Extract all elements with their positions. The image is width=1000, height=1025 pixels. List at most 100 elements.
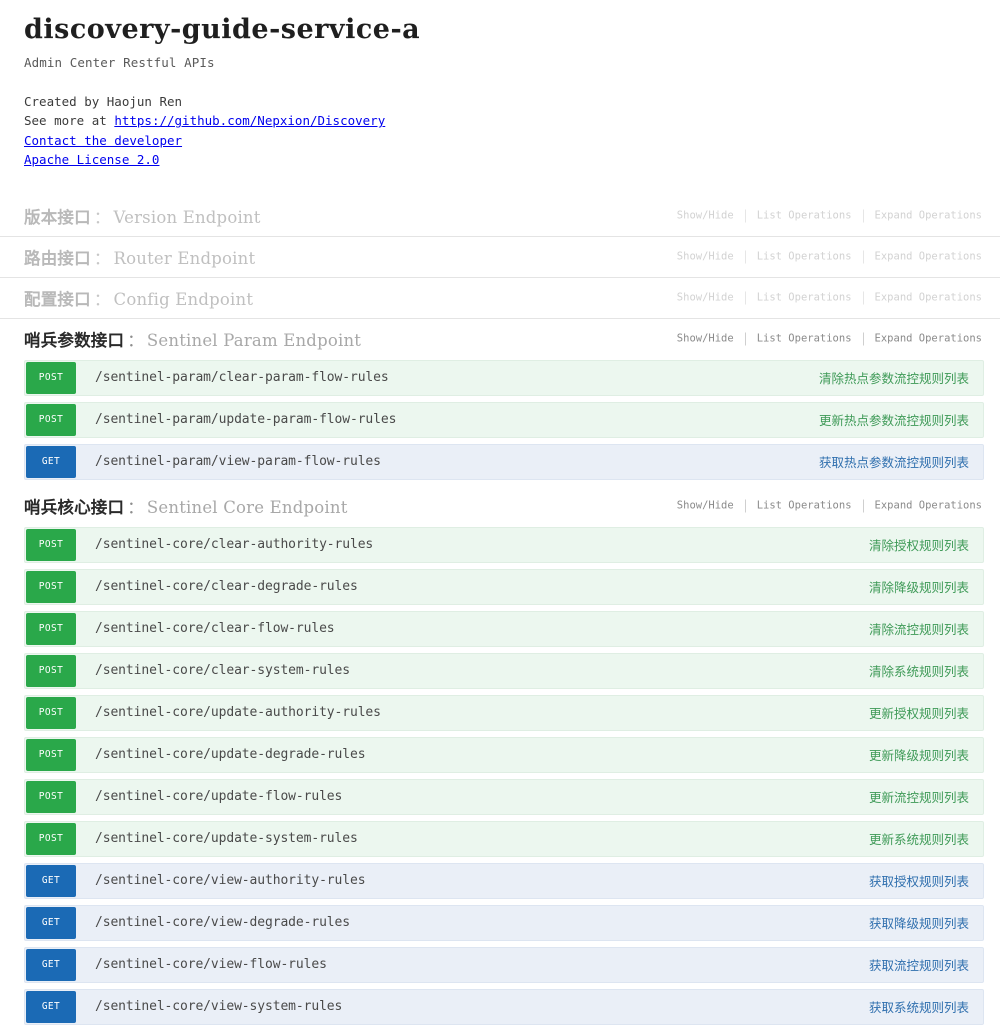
resource-options: Show/HideList OperationsExpand Operation… xyxy=(666,250,984,263)
resource-title-en: Config Endpoint xyxy=(114,290,254,309)
operation-row[interactable]: POST/sentinel-core/clear-flow-rules清除流控规… xyxy=(24,611,984,647)
list-operations-link[interactable]: List Operations xyxy=(746,333,864,346)
resource-section: 版本接口：Version Endpoint Show/HideList Opera… xyxy=(0,196,1000,237)
expand-operations-link[interactable]: Expand Operations xyxy=(864,333,984,346)
operation-row[interactable]: POST/sentinel-param/update-param-flow-ru… xyxy=(24,402,984,438)
operation-row[interactable]: POST/sentinel-core/clear-authority-rules… xyxy=(24,527,984,563)
operation-row[interactable]: GET/sentinel-core/view-system-rules获取系统规… xyxy=(24,989,984,1025)
expand-operations-link[interactable]: Expand Operations xyxy=(864,250,984,263)
resource-title[interactable]: 哨兵核心接口：Sentinel Core Endpoint xyxy=(24,494,348,518)
operation-description: 更新授权规则列表 xyxy=(869,696,983,730)
operation-description: 清除流控规则列表 xyxy=(869,612,983,646)
resource-title-separator: ： xyxy=(91,208,114,227)
see-more-line: See more at https://github.com/Nepxion/D… xyxy=(24,111,1000,130)
operation-path[interactable]: /sentinel-param/clear-param-flow-rules xyxy=(77,361,819,395)
resource-header[interactable]: 哨兵参数接口：Sentinel Param Endpoint Show/HideL… xyxy=(0,319,1000,360)
resource-section: 配置接口：Config Endpoint Show/HideList Operat… xyxy=(0,278,1000,319)
operation-row[interactable]: POST/sentinel-core/update-degrade-rules更… xyxy=(24,737,984,773)
resource-title-en: Version Endpoint xyxy=(114,208,261,227)
operation-description: 更新流控规则列表 xyxy=(869,780,983,814)
http-method-badge: POST xyxy=(26,613,76,645)
operation-row[interactable]: GET/sentinel-param/view-param-flow-rules… xyxy=(24,444,984,480)
operation-description: 清除授权规则列表 xyxy=(869,528,983,562)
resource-section: 哨兵参数接口：Sentinel Param Endpoint Show/HideL… xyxy=(0,319,1000,480)
show-hide-link[interactable]: Show/Hide xyxy=(666,250,746,263)
resource-title-separator: ： xyxy=(91,290,114,309)
operation-row[interactable]: POST/sentinel-core/update-flow-rules更新流控… xyxy=(24,779,984,815)
operation-path[interactable]: /sentinel-core/view-system-rules xyxy=(77,990,869,1024)
show-hide-link[interactable]: Show/Hide xyxy=(666,500,746,513)
http-method-badge: POST xyxy=(26,529,76,561)
operation-description: 更新热点参数流控规则列表 xyxy=(819,403,983,437)
resource-header[interactable]: 路由接口：Router Endpoint Show/HideList Operat… xyxy=(0,237,1000,278)
operation-path[interactable]: /sentinel-param/update-param-flow-rules xyxy=(77,403,819,437)
operation-path[interactable]: /sentinel-core/clear-system-rules xyxy=(77,654,869,688)
resource-options: Show/HideList OperationsExpand Operation… xyxy=(666,209,984,222)
expand-operations-link[interactable]: Expand Operations xyxy=(864,209,984,222)
list-operations-link[interactable]: List Operations xyxy=(746,291,864,304)
operation-path[interactable]: /sentinel-core/clear-degrade-rules xyxy=(77,570,869,604)
operation-row[interactable]: POST/sentinel-param/clear-param-flow-rul… xyxy=(24,360,984,396)
resource-title-separator: ： xyxy=(91,249,114,268)
resource-title[interactable]: 路由接口：Router Endpoint xyxy=(24,245,255,269)
operation-path[interactable]: /sentinel-core/clear-flow-rules xyxy=(77,612,869,646)
operation-path[interactable]: /sentinel-param/view-param-flow-rules xyxy=(77,445,819,479)
list-operations-link[interactable]: List Operations xyxy=(746,500,864,513)
resource-header[interactable]: 版本接口：Version Endpoint Show/HideList Opera… xyxy=(0,196,1000,237)
contact-developer-link[interactable]: Contact the developer xyxy=(24,133,182,148)
show-hide-link[interactable]: Show/Hide xyxy=(666,333,746,346)
operation-row[interactable]: GET/sentinel-core/view-authority-rules获取… xyxy=(24,863,984,899)
operation-row[interactable]: GET/sentinel-core/view-flow-rules获取流控规则列… xyxy=(24,947,984,983)
resource-title[interactable]: 配置接口：Config Endpoint xyxy=(24,286,253,310)
operation-description: 清除系统规则列表 xyxy=(869,654,983,688)
license-link[interactable]: Apache License 2.0 xyxy=(24,152,159,167)
resource-title-separator: ： xyxy=(124,331,147,350)
resource-header[interactable]: 配置接口：Config Endpoint Show/HideList Operat… xyxy=(0,278,1000,319)
operation-list: POST/sentinel-param/clear-param-flow-rul… xyxy=(0,360,1000,480)
operation-description: 更新降级规则列表 xyxy=(869,738,983,772)
http-method-badge: GET xyxy=(26,865,76,897)
resource-options: Show/HideList OperationsExpand Operation… xyxy=(666,500,984,513)
operation-path[interactable]: /sentinel-core/view-degrade-rules xyxy=(77,906,869,940)
operation-row[interactable]: POST/sentinel-core/update-system-rules更新… xyxy=(24,821,984,857)
resource-header[interactable]: 哨兵核心接口：Sentinel Core Endpoint Show/HideLi… xyxy=(0,486,1000,527)
operation-path[interactable]: /sentinel-core/update-flow-rules xyxy=(77,780,869,814)
swagger-ui-page: discovery-guide-service-a Admin Center R… xyxy=(0,0,1000,1025)
operation-row[interactable]: POST/sentinel-core/clear-system-rules清除系… xyxy=(24,653,984,689)
operation-row[interactable]: GET/sentinel-core/view-degrade-rules获取降级… xyxy=(24,905,984,941)
show-hide-link[interactable]: Show/Hide xyxy=(666,209,746,222)
operation-row[interactable]: POST/sentinel-core/clear-degrade-rules清除… xyxy=(24,569,984,605)
http-method-badge: POST xyxy=(26,739,76,771)
resource-title[interactable]: 哨兵参数接口：Sentinel Param Endpoint xyxy=(24,327,361,351)
expand-operations-link[interactable]: Expand Operations xyxy=(864,500,984,513)
github-link[interactable]: https://github.com/Nepxion/Discovery xyxy=(114,113,385,128)
operation-row[interactable]: POST/sentinel-core/update-authority-rule… xyxy=(24,695,984,731)
resource-title-separator: ： xyxy=(124,498,147,517)
resource-title-en: Sentinel Core Endpoint xyxy=(147,498,348,517)
list-operations-link[interactable]: List Operations xyxy=(746,250,864,263)
http-method-badge: POST xyxy=(26,823,76,855)
operation-description: 获取授权规则列表 xyxy=(869,864,983,898)
show-hide-link[interactable]: Show/Hide xyxy=(666,291,746,304)
operation-path[interactable]: /sentinel-core/view-flow-rules xyxy=(77,948,869,982)
operation-list: POST/sentinel-core/clear-authority-rules… xyxy=(0,527,1000,1025)
operation-path[interactable]: /sentinel-core/update-system-rules xyxy=(77,822,869,856)
resource-title[interactable]: 版本接口：Version Endpoint xyxy=(24,204,261,228)
list-operations-link[interactable]: List Operations xyxy=(746,209,864,222)
license-line: Apache License 2.0 xyxy=(24,150,1000,169)
api-info-header: discovery-guide-service-a Admin Center R… xyxy=(0,0,1000,170)
operation-description: 获取流控规则列表 xyxy=(869,948,983,982)
operation-description: 获取降级规则列表 xyxy=(869,906,983,940)
operation-description: 清除降级规则列表 xyxy=(869,570,983,604)
http-method-badge: GET xyxy=(26,991,76,1023)
operation-path[interactable]: /sentinel-core/update-authority-rules xyxy=(77,696,869,730)
expand-operations-link[interactable]: Expand Operations xyxy=(864,291,984,304)
resource-title-en: Router Endpoint xyxy=(114,249,256,268)
resource-section: 哨兵核心接口：Sentinel Core Endpoint Show/HideLi… xyxy=(0,486,1000,1025)
http-method-badge: GET xyxy=(26,949,76,981)
http-method-badge: GET xyxy=(26,446,76,478)
resource-title-cn: 路由接口 xyxy=(24,249,91,268)
operation-path[interactable]: /sentinel-core/clear-authority-rules xyxy=(77,528,869,562)
operation-path[interactable]: /sentinel-core/update-degrade-rules xyxy=(77,738,869,772)
operation-path[interactable]: /sentinel-core/view-authority-rules xyxy=(77,864,869,898)
